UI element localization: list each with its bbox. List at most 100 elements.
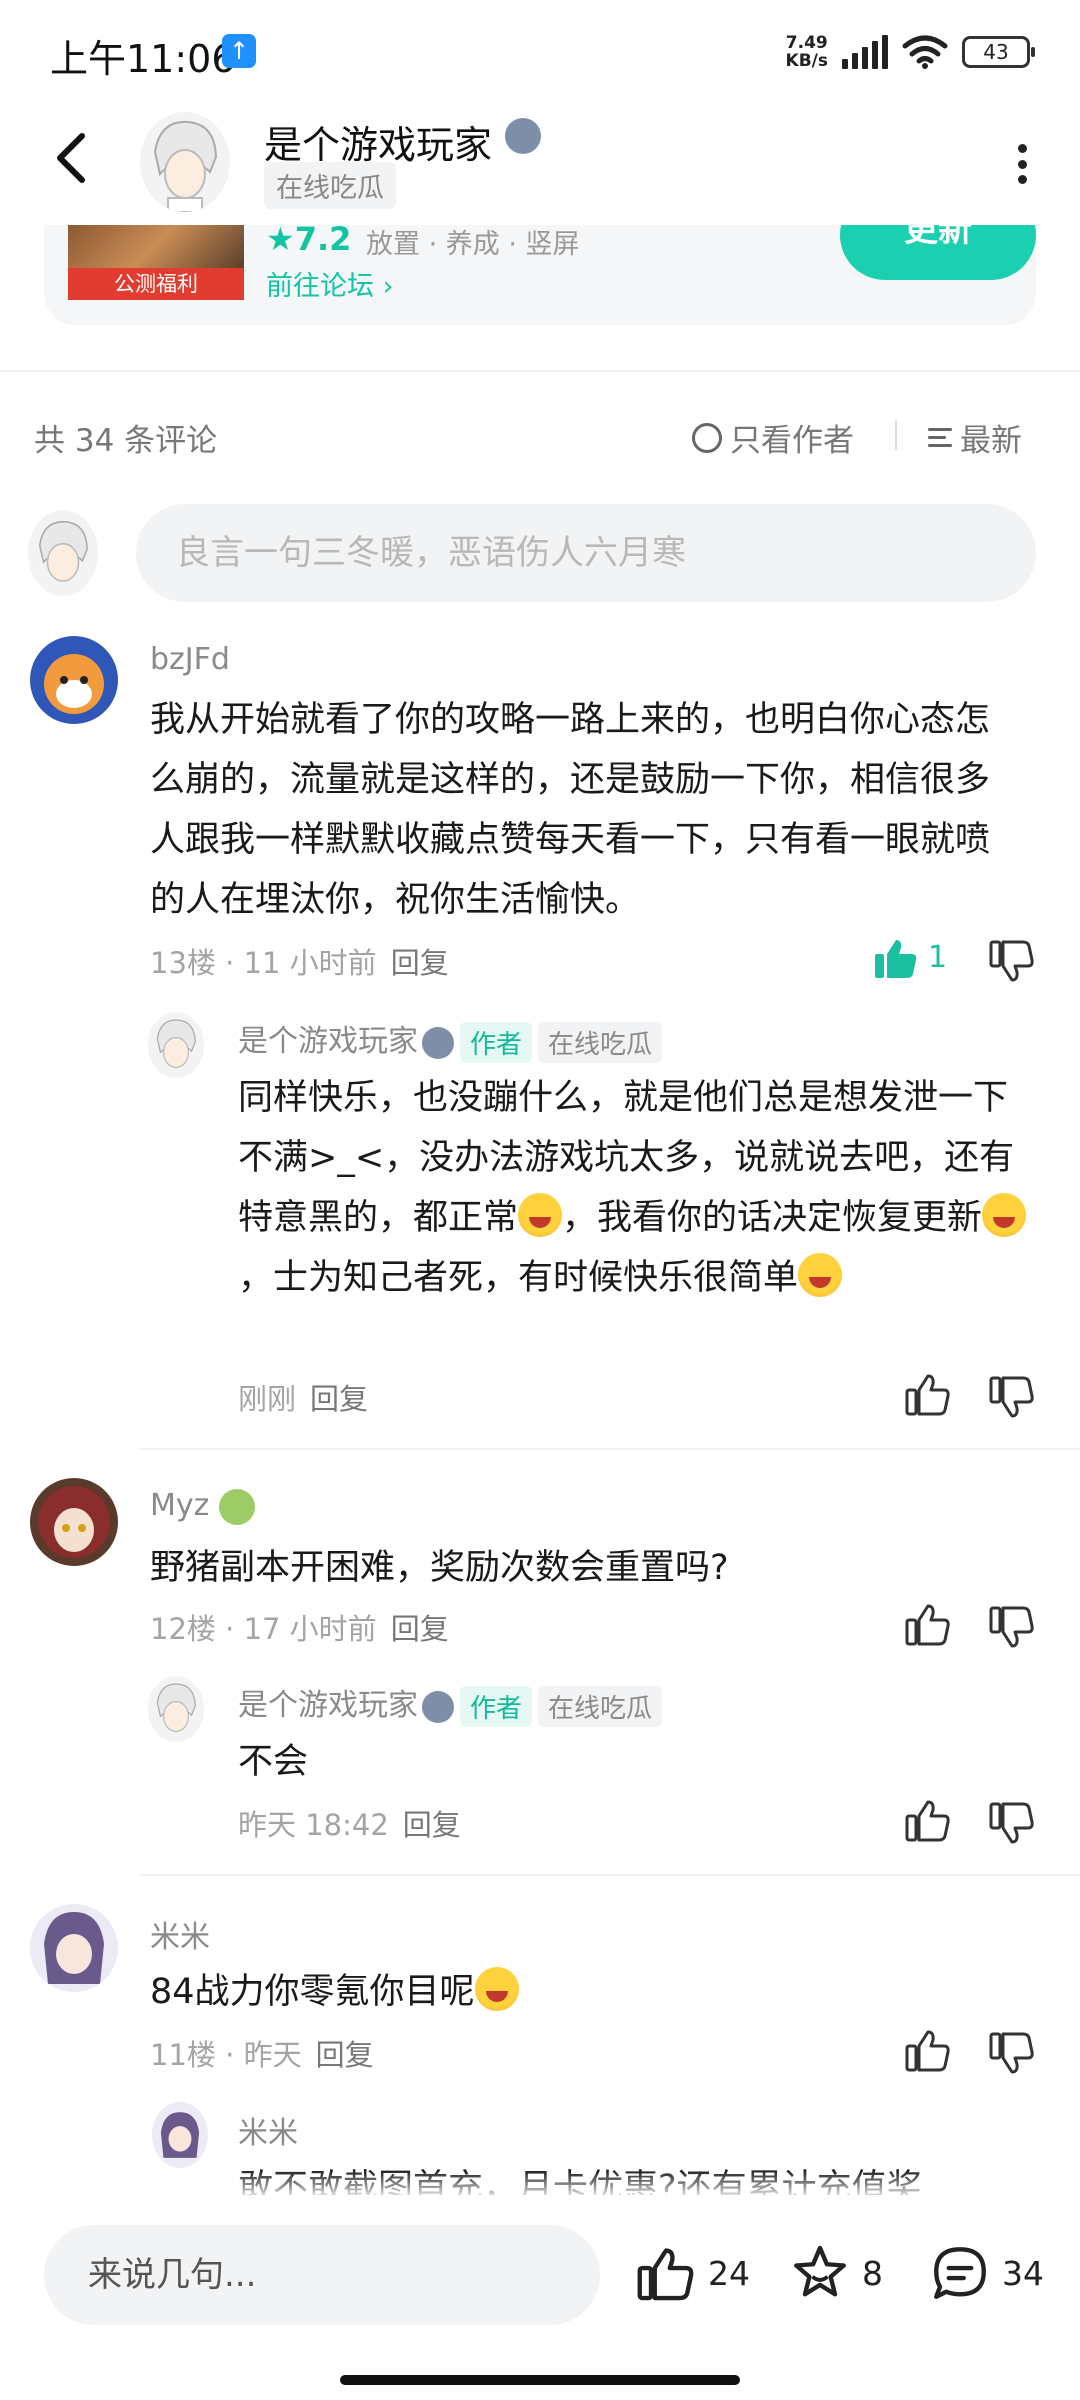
thumb-down-icon[interactable] xyxy=(988,1800,1036,1848)
thumb-down-icon[interactable] xyxy=(988,1604,1036,1652)
reply-text: 不会 xyxy=(238,1742,309,1782)
reply-text: 同样快乐，也没蹦什么，就是他们总是想发泄一下不满>_<，没办法游戏坑太多，说就说… xyxy=(238,1068,1038,1308)
reply-username-text[interactable]: 是个游戏玩家 xyxy=(238,1024,418,1059)
like-button[interactable]: 24 xyxy=(636,2243,750,2303)
speed-value: 7.49 xyxy=(785,33,828,53)
upload-icon: ↑ xyxy=(222,34,256,68)
top-header: 是个游戏玩家 在线吃瓜 xyxy=(0,100,1080,225)
comment-text: 野猪副本开困难，奖励次数会重置吗? xyxy=(150,1548,729,1588)
comment-meta: 12楼 · 17 小时前 回复 xyxy=(150,1612,449,1646)
comment-total: 34 xyxy=(1002,2253,1044,2293)
author-tag: 作者 xyxy=(460,1686,533,1727)
status-tag: 在线吃瓜 xyxy=(538,1022,663,1063)
author-tag: 作者 xyxy=(460,1022,533,1063)
reply-button[interactable]: 回复 xyxy=(310,1382,368,1416)
comment-floor: 12楼 xyxy=(150,1612,216,1646)
only-author-label: 只看作者 xyxy=(730,423,854,459)
author-avatar[interactable] xyxy=(140,112,230,212)
laughing-emoji-icon xyxy=(982,1193,1027,1237)
sort-button[interactable]: 最新 xyxy=(928,415,1022,460)
comment-button[interactable]: 34 xyxy=(930,2243,1044,2303)
comment-floor: 13楼 xyxy=(150,946,216,980)
comment-username[interactable]: bzJFd xyxy=(150,642,230,677)
reply-text-part: ，我看你的话决定恢复更新 xyxy=(562,1198,983,1238)
thumb-down-icon[interactable] xyxy=(988,2030,1036,2078)
comment-text: 我从开始就看了你的攻略一路上来的，也明白你心态怎么崩的，流量就是这样的，还是鼓励… xyxy=(150,700,991,920)
reply-button[interactable]: 回复 xyxy=(391,946,449,980)
speed-unit: KB/s xyxy=(785,51,828,71)
reply-button[interactable]: 回复 xyxy=(316,2038,374,2072)
comment-time: 11 小时前 xyxy=(243,946,377,980)
comment-meta: 11楼 · 昨天 回复 xyxy=(150,2038,374,2072)
author-name[interactable]: 是个游戏玩家 xyxy=(264,114,492,169)
wifi-icon xyxy=(902,35,948,69)
gamepad-badge-icon xyxy=(505,118,541,154)
say-input[interactable]: 来说几句... xyxy=(44,2225,600,2325)
author-status-tag: 在线吃瓜 xyxy=(264,162,396,209)
thumb-up-icon[interactable] xyxy=(904,2026,952,2074)
thumb-down-icon[interactable] xyxy=(988,938,1036,986)
thumb-down-icon[interactable] xyxy=(988,1374,1036,1422)
back-icon[interactable] xyxy=(48,128,98,188)
my-avatar xyxy=(28,510,98,596)
reply-avatar[interactable] xyxy=(152,2102,208,2168)
status-icons: 7.49 KB/s 43 xyxy=(785,30,1035,74)
avatar[interactable] xyxy=(30,1904,118,1992)
status-tag: 在线吃瓜 xyxy=(538,1686,663,1727)
reply-username[interactable]: 米米 xyxy=(238,2108,298,2152)
more-icon[interactable] xyxy=(1014,144,1030,184)
battery-icon: 43 xyxy=(962,36,1035,68)
comment-username: Myz xyxy=(150,1488,255,1525)
reply-avatar[interactable] xyxy=(148,1676,204,1742)
reply-username: 是个游戏玩家 作者 在线吃瓜 xyxy=(238,1680,663,1727)
only-author-toggle[interactable]: 只看作者 xyxy=(692,415,854,460)
radio-circle-icon[interactable] xyxy=(692,422,722,453)
reply-meta: 刚刚 回复 xyxy=(238,1376,368,1418)
forum-link[interactable]: 前往论坛 › xyxy=(266,264,393,303)
status-bar: 上午11:06 ↑ 7.49 KB/s 43 xyxy=(0,0,1080,100)
bottom-bar: 来说几句... 24 8 34 xyxy=(0,2195,1080,2400)
game-rating: ★7.2 xyxy=(266,220,352,258)
comment-bubble-icon xyxy=(934,2247,986,2299)
comment-username[interactable]: 米米 xyxy=(150,1912,210,1956)
home-indicator[interactable] xyxy=(340,2375,740,2385)
laughing-emoji-icon xyxy=(798,1253,843,1297)
comment-input[interactable]: 良言一句三冬暖，恶语伤人六月寒 xyxy=(136,504,1036,602)
game-tags: 放置 · 养成 · 竖屏 xyxy=(366,229,580,260)
comment-username-text[interactable]: Myz xyxy=(150,1488,209,1523)
game-icon-label: 公测福利 xyxy=(68,268,244,300)
like-count: 1 xyxy=(928,940,948,975)
sort-label: 最新 xyxy=(960,423,1022,459)
gamepad-badge-icon xyxy=(422,1690,454,1723)
comment-divider xyxy=(140,1874,1080,1876)
thumb-up-icon[interactable] xyxy=(904,1600,952,1648)
comment-text: 84战力你零氪你目呢 xyxy=(150,1962,1020,2022)
reply-avatar[interactable] xyxy=(148,1012,204,1078)
comment-floor: 11楼 xyxy=(150,2038,216,2072)
avatar[interactable] xyxy=(30,1478,118,1566)
reply-text-part: ，士为知己者死，有时候快乐很简单 xyxy=(238,1258,799,1298)
favorite-total: 8 xyxy=(862,2253,883,2293)
star-icon xyxy=(794,2245,846,2297)
comment-meta: 13楼 · 11 小时前 回复 xyxy=(150,946,449,980)
reply-username-text[interactable]: 是个游戏玩家 xyxy=(238,1688,418,1723)
reply-time: 昨天 18:42 xyxy=(238,1808,389,1842)
drooling-emoji-icon xyxy=(474,1967,519,2011)
thumb-up-filled-icon[interactable] xyxy=(872,934,920,982)
reply-username: 是个游戏玩家 作者 在线吃瓜 xyxy=(238,1016,663,1063)
comment-time: 昨天 xyxy=(243,2038,302,2072)
comment-time: 17 小时前 xyxy=(243,1612,377,1646)
reply-button[interactable]: 回复 xyxy=(391,1612,449,1646)
favorite-button[interactable]: 8 xyxy=(790,2243,883,2303)
thumb-up-icon[interactable] xyxy=(904,1370,952,1418)
reply-button[interactable]: 回复 xyxy=(403,1808,461,1842)
comment-text-part: 84战力你零氪你目呢 xyxy=(150,1972,475,2012)
thumb-up-icon[interactable] xyxy=(904,1796,952,1844)
thumb-up-icon xyxy=(637,2248,694,2301)
comment-count: 共 34 条评论 xyxy=(34,423,218,459)
signal-icon xyxy=(842,35,888,69)
laughing-emoji-icon xyxy=(518,1193,563,1237)
vertical-separator xyxy=(895,420,897,450)
reply-time: 刚刚 xyxy=(238,1382,297,1416)
avatar[interactable] xyxy=(30,636,118,724)
